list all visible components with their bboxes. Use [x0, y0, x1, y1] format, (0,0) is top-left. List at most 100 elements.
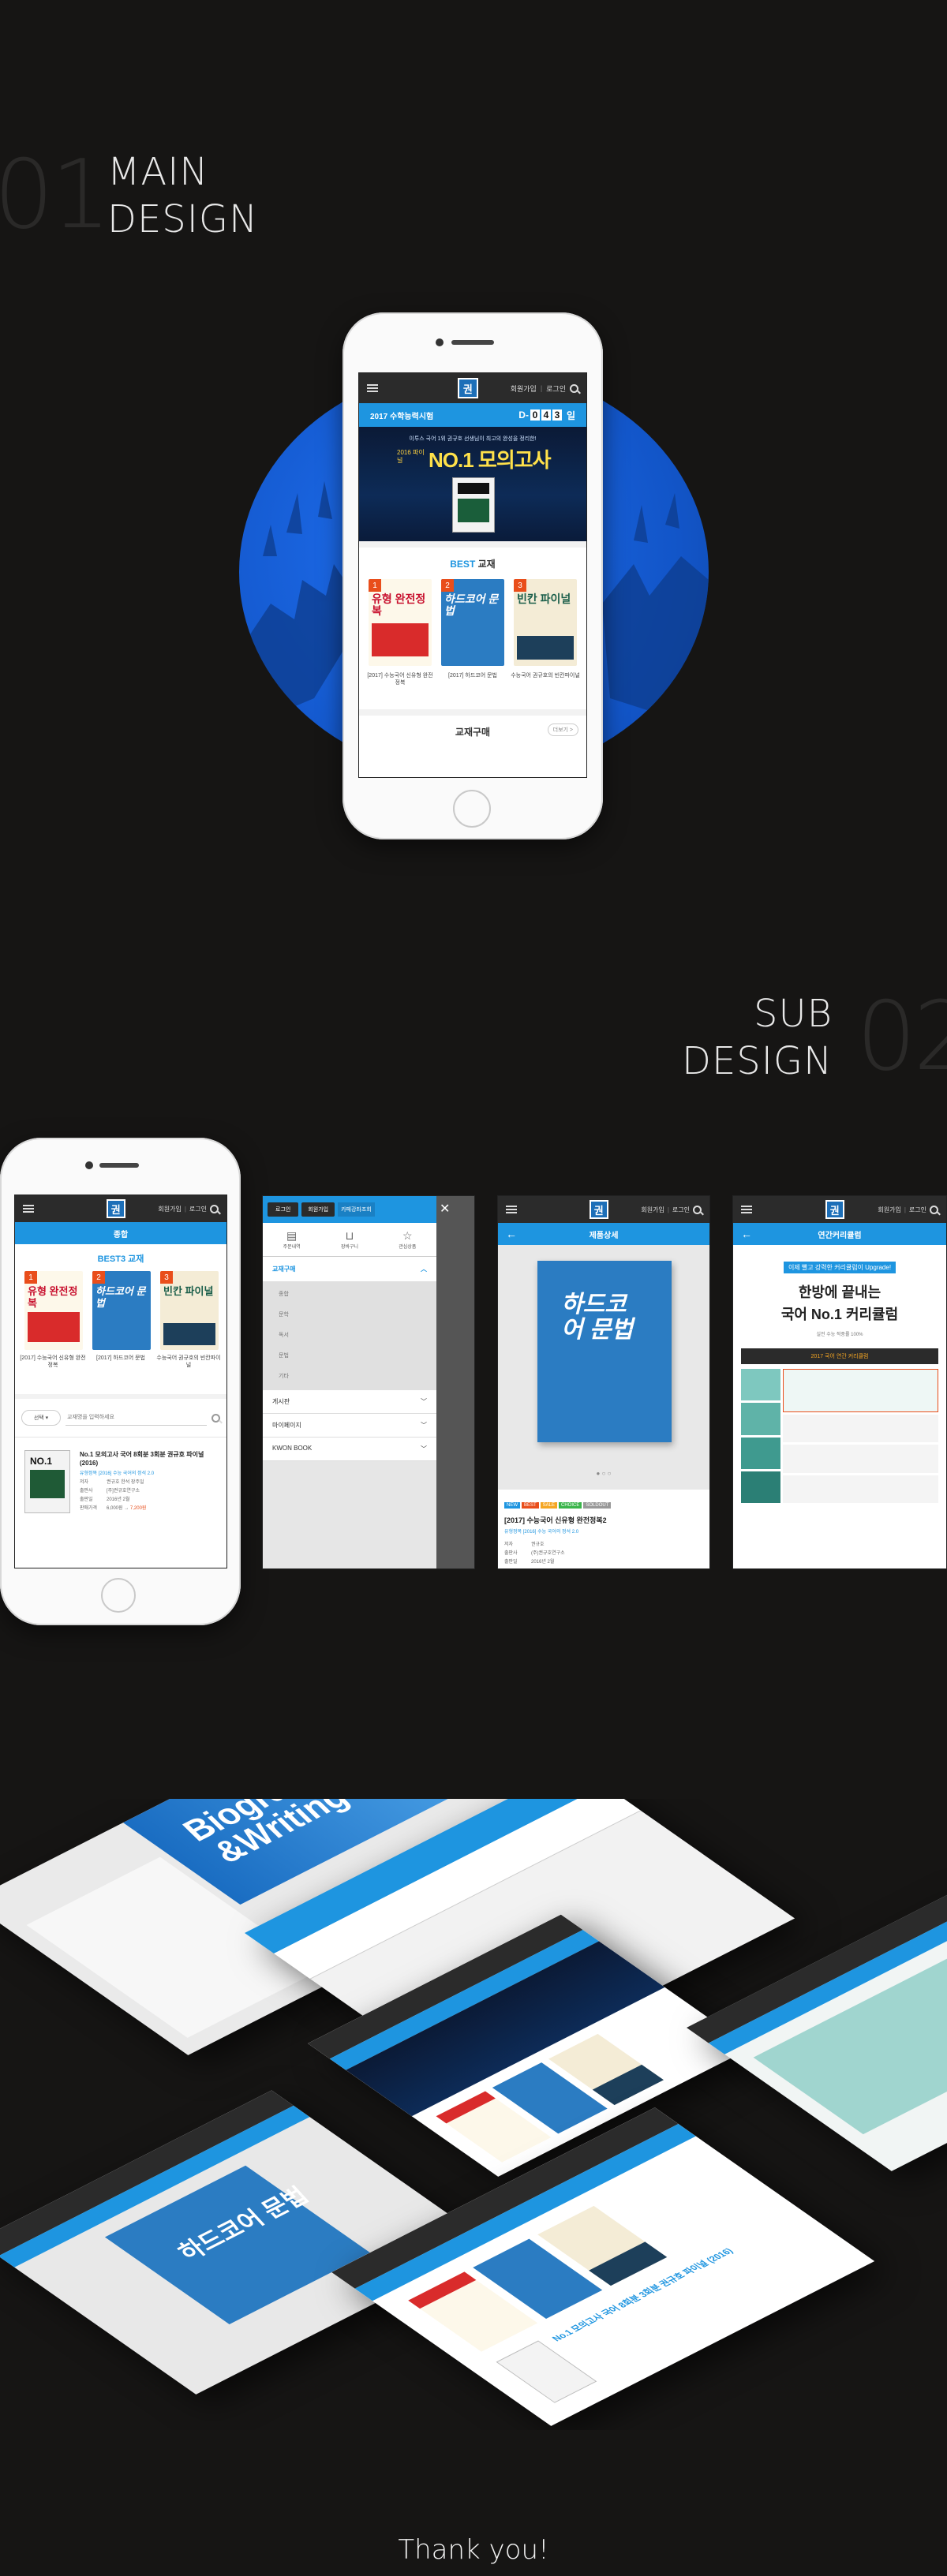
side-drawer: 로그인 회원가입 카페강좌조회 ▤ 주문내역 ⊔ 장바구니 ☆ 관심상품 교재구매 ︿ … — [263, 1196, 436, 1568]
book-caption[interactable]: 수능국어 권규호의 빈칸파이널 — [155, 1355, 222, 1369]
curriculum-table — [741, 1369, 938, 1503]
rank-badge: 1 — [24, 1271, 37, 1284]
logo[interactable]: 권 — [106, 1199, 125, 1218]
best-section: BEST 교재 1 유형 완전정복 2 하드코어 문법 3 빈칸 파이널 [20… — [359, 548, 586, 709]
best-book-2[interactable]: 2 하드코어 문법 — [441, 579, 504, 666]
submenu-item[interactable]: 문학 — [279, 1305, 421, 1325]
menu-item-board[interactable]: 게시판 ﹀ — [263, 1390, 436, 1414]
dday-suffix: 일 — [566, 409, 575, 421]
drawer-icons: ▤ 주문내역 ⊔ 장바구니 ☆ 관심상품 — [263, 1223, 436, 1257]
book-title: 하드코어 문법 — [444, 593, 499, 617]
product-cover[interactable]: 하드코어 문법 — [537, 1261, 672, 1442]
join-link[interactable]: 회원가입 — [878, 1206, 900, 1214]
page-title-bar: ← 제품상세 — [498, 1223, 709, 1245]
hero-banner[interactable]: 이투스 국어 1위 권규호 선생님이 최고의 완성을 정리한! 2016 파이널… — [359, 427, 586, 541]
curriculum-hero: 이제 빨고 강력한 커리큘럼이 Upgrade! 한방에 끝내는 국어 No.1… — [733, 1245, 946, 1337]
drawer-course-tab[interactable]: 카페강좌조회 — [338, 1202, 375, 1217]
category-select[interactable]: 선택 ▾ — [21, 1410, 61, 1426]
search-icon[interactable] — [210, 1204, 219, 1213]
menu-item-book-buy[interactable]: 교재구매 ︿ — [263, 1257, 436, 1281]
menu-icon[interactable] — [23, 1205, 34, 1213]
buy-section: 교재구매 더보기 > — [359, 716, 586, 777]
dday-digit: 4 — [541, 409, 551, 421]
submenu-item[interactable]: 독서 — [279, 1325, 421, 1346]
page-title: 종합 — [15, 1222, 226, 1244]
book-title: 유형 완전정복 — [372, 593, 426, 617]
search-icon[interactable] — [570, 383, 578, 393]
rank-badge: 3 — [514, 579, 526, 592]
submenu-item[interactable]: 종합 — [279, 1284, 421, 1305]
search-icon[interactable] — [930, 1205, 938, 1214]
sub-screen-3: 권 회원가입 | 로그인 ← 제품상세 하드코어 문법 ● ○ ○ NEW BEST… — [497, 1195, 710, 1569]
buy-more-button[interactable]: 더보기 > — [547, 723, 578, 736]
phone-speaker — [99, 1163, 139, 1168]
submenu: 종합 문학 독서 문법 기타 — [263, 1281, 436, 1390]
search-input[interactable] — [66, 1410, 207, 1426]
submenu-item[interactable]: 문법 — [279, 1346, 421, 1367]
book-caption[interactable]: [2017] 하드코어 문법 — [88, 1355, 154, 1362]
best-book-3[interactable]: 3 빈칸 파이널 — [160, 1271, 219, 1350]
book-caption[interactable]: 수능국어 권규호의 빈칸파이널 — [511, 672, 580, 679]
menu-icon[interactable] — [506, 1206, 517, 1213]
dday-prefix: D- — [518, 409, 529, 421]
banner-title: NO.1 모의고사 — [429, 448, 552, 472]
menu-item-kwonbook[interactable]: KWON BOOK ﹀ — [263, 1438, 436, 1461]
sub-screen-1: 권 회원가입 | 로그인 종합 BEST3 교재 1 유형 완전정복 2 하드코어… — [14, 1195, 227, 1568]
join-link[interactable]: 회원가입 — [511, 383, 537, 394]
search-icon[interactable] — [211, 1413, 220, 1423]
best-book-2[interactable]: 2 하드코어 문법 — [92, 1271, 151, 1350]
banner-subtitle: 이투스 국어 1위 권규호 선생님이 최고의 완성을 정리한! — [409, 436, 537, 442]
sub-screen-4: 권 회원가입 | 로그인 ← 연간커리큘럼 이제 빨고 강력한 커리큘럼이 Upg… — [732, 1195, 947, 1569]
home-button[interactable] — [101, 1578, 136, 1613]
login-link[interactable]: 로그인 — [546, 383, 566, 394]
logo[interactable]: 권 — [589, 1200, 608, 1219]
drawer-join-tab[interactable]: 회원가입 — [301, 1202, 335, 1217]
join-link[interactable]: 회원가입 — [641, 1206, 664, 1214]
join-link[interactable]: 회원가입 — [158, 1205, 181, 1213]
login-link[interactable]: 로그인 — [189, 1205, 207, 1213]
iso-list-screen: No.1 모의고사 국어 8회분 3회분 권규호 파이널 (2016) — [331, 2107, 875, 2426]
top-bar: 권 회원가입 | 로그인 — [498, 1196, 709, 1223]
book-caption[interactable]: [2017] 하드코어 문법 — [438, 672, 507, 679]
submenu-item[interactable]: 기타 — [279, 1367, 421, 1387]
product-info: NEW BEST SALE CHOICE SOLDOUT [2017] 수능국어 신유형… — [498, 1490, 709, 1568]
best-book-1[interactable]: 1 유형 완전정복 — [369, 579, 432, 666]
logo[interactable]: 권 — [825, 1200, 844, 1219]
cart-icon: ⊔ — [345, 1229, 354, 1242]
menu-icon[interactable] — [741, 1206, 752, 1213]
menu-icon[interactable] — [367, 384, 378, 392]
cart-button[interactable]: ⊔ 장바구니 — [341, 1229, 358, 1250]
close-icon[interactable]: ✕ — [440, 1201, 450, 1217]
back-arrow-icon[interactable]: ← — [506, 1228, 517, 1240]
best-book-1[interactable]: 1 유형 완전정복 — [24, 1271, 83, 1350]
menu-item-mypage[interactable]: 마이페이지 ﹀ — [263, 1414, 436, 1438]
wishlist-button[interactable]: ☆ 관심상품 — [399, 1229, 416, 1250]
main-heading-line2: DESIGN — [107, 197, 259, 241]
page-title-bar: ← 연간커리큘럼 — [733, 1223, 946, 1245]
book-caption[interactable]: [2017] 수능국어 신유형 완전정복 — [20, 1355, 86, 1369]
page-title: 제품상세 — [589, 1231, 619, 1240]
list-item[interactable]: NO.1 No.1 모의고사 국어 8회분 3회분 권규호 파이널 (2016)… — [15, 1438, 226, 1532]
order-history-button[interactable]: ▤ 주문내역 — [283, 1229, 301, 1250]
item-title: No.1 모의고사 국어 8회분 3회분 권규호 파이널 (2016) — [80, 1451, 204, 1467]
item-subtitle: 유형정복 [2016] 수능 국어의 정석 2.0 — [80, 1471, 155, 1476]
back-arrow-icon[interactable]: ← — [741, 1228, 752, 1240]
search-icon[interactable] — [693, 1205, 702, 1214]
book-title: 빈칸 파이널 — [517, 593, 571, 605]
login-link[interactable]: 로그인 — [672, 1206, 690, 1214]
logo[interactable]: 권 — [457, 378, 478, 398]
carousel-dots[interactable]: ● ○ ○ — [498, 1470, 709, 1477]
best-book-3[interactable]: 3 빈칸 파이널 — [514, 579, 577, 666]
banner-book — [452, 477, 495, 533]
rank-badge: 3 — [160, 1271, 173, 1284]
home-button[interactable] — [453, 790, 491, 828]
tag-best: BEST — [522, 1502, 539, 1509]
phone-speaker — [451, 340, 494, 345]
exam-label: 2017 수학능력시험 — [370, 412, 434, 421]
login-link[interactable]: 로그인 — [909, 1206, 926, 1214]
product-subtitle: 유형정복 [2016] 수능 국어의 정석 2.0 — [504, 1530, 579, 1535]
phone-camera — [85, 1161, 93, 1169]
book-caption[interactable]: [2017] 수능국어 신유형 완전정복 — [365, 672, 435, 686]
drawer-login-tab[interactable]: 로그인 — [268, 1202, 299, 1217]
rank-badge: 2 — [441, 579, 454, 592]
